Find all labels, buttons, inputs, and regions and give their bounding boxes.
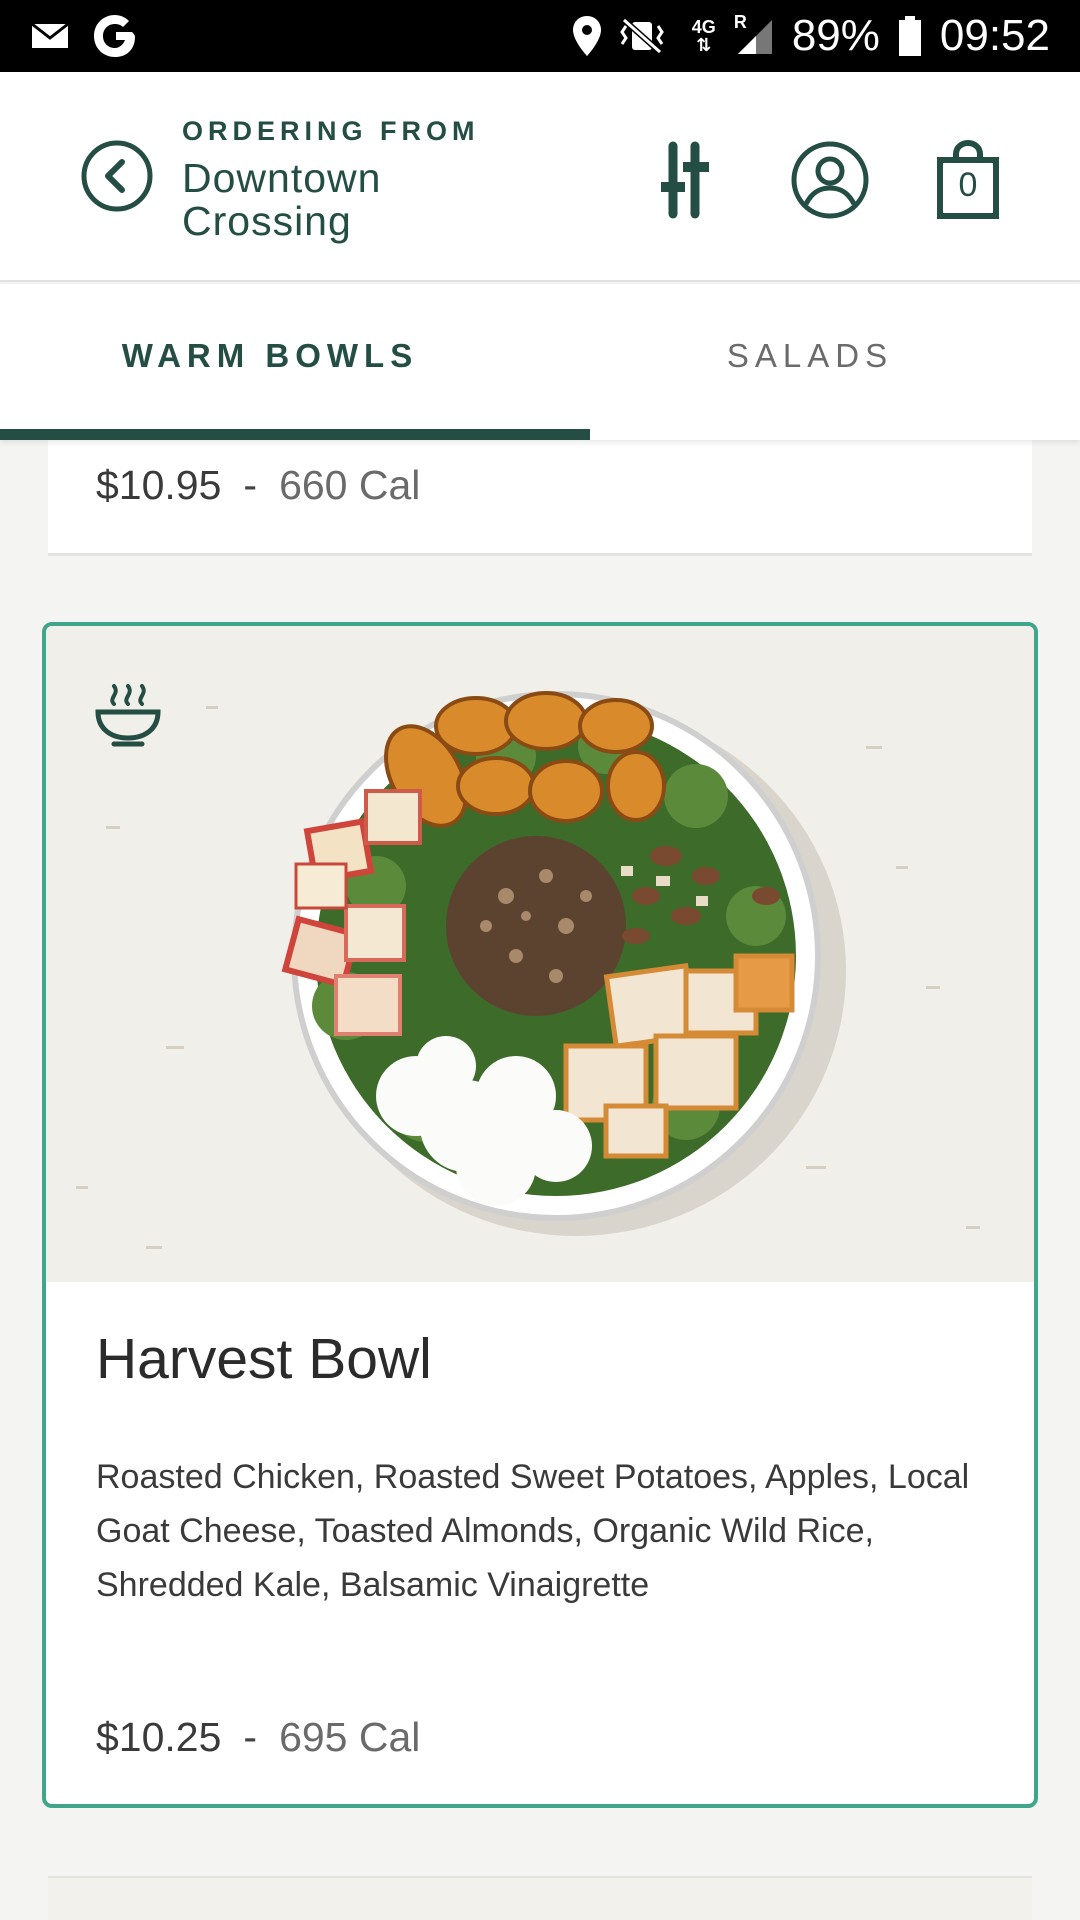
- back-button[interactable]: [80, 139, 154, 213]
- item-description: Roasted Chicken, Roasted Sweet Potatoes,…: [96, 1458, 970, 1604]
- battery-percent: 89%: [791, 11, 880, 60]
- item-name: Harvest Bowl: [96, 1327, 432, 1391]
- account-button[interactable]: [788, 138, 872, 222]
- price-row: $10.25-695 Cal: [96, 1714, 420, 1761]
- signal-icon: R: [734, 12, 774, 56]
- account-icon: [791, 141, 869, 219]
- item-price: $10.25: [96, 1714, 222, 1760]
- item-calories: 695 Cal: [279, 1714, 421, 1760]
- network-indicator: 4G ⇅: [691, 17, 716, 55]
- app-header: ORDERING FROM Downtown Crossing 0: [0, 72, 1080, 282]
- tab-warm-bowls[interactable]: WARM BOWLS: [0, 284, 540, 440]
- menu-item-card-previous[interactable]: $10.95-660 Cal: [48, 440, 1032, 556]
- google-icon: [92, 13, 138, 59]
- bowl-illustration: [76, 691, 980, 1249]
- screen: 4G ⇅ R 89% 09:52 ORDERING FROM Downtown …: [0, 0, 1080, 1920]
- price-row: $10.95-660 Cal: [96, 462, 420, 509]
- roaming-label: R: [733, 12, 747, 32]
- menu-item-card[interactable]: Harvest Bowl Roasted Chicken, Roasted Sw…: [42, 622, 1038, 1808]
- chevron-left-icon: [81, 140, 153, 212]
- menu-item-card-next[interactable]: [48, 1876, 1032, 1920]
- item-price: $10.95: [96, 462, 222, 508]
- shopping-bag-button[interactable]: 0: [926, 138, 1010, 222]
- category-tabs: WARM BOWLS SALADS: [0, 284, 1080, 440]
- clock: 09:52: [939, 11, 1050, 60]
- item-photo: [46, 626, 1034, 1282]
- price-separator: -: [243, 462, 258, 508]
- mail-icon: [30, 21, 70, 51]
- store-location[interactable]: Downtown Crossing: [182, 157, 512, 243]
- warm-bowl-icon: [95, 684, 161, 747]
- location-icon: [572, 15, 602, 57]
- sliders-icon: [661, 141, 709, 219]
- item-calories: 660 Cal: [279, 462, 421, 508]
- active-tab-indicator: [0, 429, 590, 440]
- mute-vibrate-icon: [619, 16, 664, 56]
- tab-salads[interactable]: SALADS: [540, 284, 1080, 440]
- bag-count: 0: [958, 166, 978, 204]
- filter-button[interactable]: [645, 138, 729, 222]
- ordering-from-label: ORDERING FROM: [182, 116, 480, 146]
- status-bar: 4G ⇅ R 89% 09:52: [0, 0, 1080, 72]
- price-separator: -: [243, 1714, 258, 1760]
- battery-icon: [898, 15, 922, 57]
